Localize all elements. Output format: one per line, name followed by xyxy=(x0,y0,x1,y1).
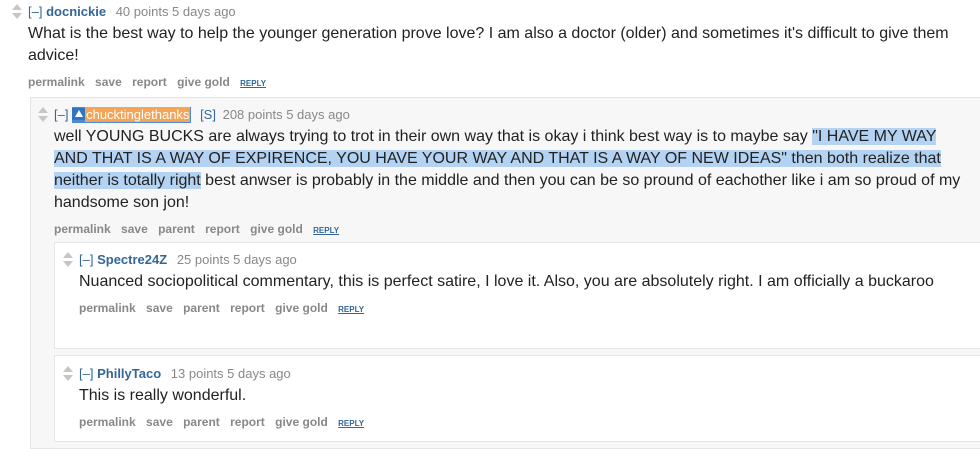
save-button[interactable]: save xyxy=(146,415,173,429)
parent-button[interactable]: parent xyxy=(183,301,220,315)
score-and-time: 40 points 5 days ago xyxy=(115,4,236,19)
comment-body: What is the best way to help the younger… xyxy=(28,25,949,64)
upvote-icon[interactable] xyxy=(38,107,48,113)
score-and-time: 25 points 5 days ago xyxy=(176,252,297,267)
op-avatar-icon xyxy=(72,108,86,120)
vote-arrows xyxy=(10,4,24,19)
comment-phillytaco: [–] PhillyTaco 13 points 5 days ago This… xyxy=(61,366,966,429)
downvote-icon[interactable] xyxy=(63,375,73,381)
comment-body: Nuanced sociopolitical commentary, this … xyxy=(79,273,934,290)
comment-body: This is really wonderful. xyxy=(79,387,247,404)
comment-tagline: [–] docnickie 40 points 5 days ago xyxy=(28,4,970,20)
downvote-icon[interactable] xyxy=(38,116,48,122)
vote-arrows xyxy=(36,107,50,122)
permalink-button[interactable]: permalink xyxy=(79,301,136,315)
comment-chucktinglethanks: [–] chucktinglethanks [S] 208 points 5 d… xyxy=(36,107,966,236)
vote-arrows xyxy=(61,252,75,267)
author-link[interactable]: chucktinglethanks xyxy=(85,107,191,122)
score-and-time: 13 points 5 days ago xyxy=(170,366,291,381)
collapse-toggle[interactable]: [–] xyxy=(28,4,42,19)
upvote-icon[interactable] xyxy=(63,252,73,258)
comment-tagline: [–] chucktinglethanks [S] 208 points 5 d… xyxy=(54,107,966,123)
comment-body: well YOUNG BUCKS are always trying to tr… xyxy=(54,126,966,214)
upvote-icon[interactable] xyxy=(12,4,22,10)
permalink-button[interactable]: permalink xyxy=(28,75,85,89)
comment-buttons: permalink save parent report give gold R… xyxy=(79,415,966,429)
vote-arrows xyxy=(61,366,75,381)
give-gold-button[interactable]: give gold xyxy=(275,301,328,315)
parent-button[interactable]: parent xyxy=(183,415,220,429)
comment-spectre24z: [–] Spectre24Z 25 points 5 days ago Nuan… xyxy=(61,252,966,315)
author-link[interactable]: docnickie xyxy=(46,4,106,19)
collapse-toggle[interactable]: [–] xyxy=(79,366,93,381)
reply-button[interactable]: REPLY xyxy=(313,226,339,235)
author-link[interactable]: PhillyTaco xyxy=(97,366,161,381)
report-button[interactable]: report xyxy=(230,415,265,429)
collapse-toggle[interactable]: [–] xyxy=(79,252,93,267)
permalink-button[interactable]: permalink xyxy=(79,415,136,429)
reply-button[interactable]: REPLY xyxy=(338,305,364,314)
save-button[interactable]: save xyxy=(121,222,148,236)
give-gold-button[interactable]: give gold xyxy=(177,75,230,89)
comment-buttons: permalink save report give gold REPLY xyxy=(28,75,970,89)
parent-button[interactable]: parent xyxy=(158,222,195,236)
save-button[interactable]: save xyxy=(95,75,122,89)
reply-button[interactable]: REPLY xyxy=(240,79,266,88)
comment-body-text: well YOUNG BUCKS are always trying to tr… xyxy=(54,128,813,145)
report-button[interactable]: report xyxy=(230,301,265,315)
submitter-flag[interactable]: [S] xyxy=(200,107,216,122)
collapse-toggle[interactable]: [–] xyxy=(54,107,68,122)
author-link[interactable]: Spectre24Z xyxy=(97,252,167,267)
give-gold-button[interactable]: give gold xyxy=(275,415,328,429)
comment-tagline: [–] PhillyTaco 13 points 5 days ago xyxy=(79,366,966,382)
permalink-button[interactable]: permalink xyxy=(54,222,111,236)
reply-button[interactable]: REPLY xyxy=(338,419,364,428)
report-button[interactable]: report xyxy=(132,75,167,89)
save-button[interactable]: save xyxy=(146,301,173,315)
comment-buttons: permalink save parent report give gold R… xyxy=(79,301,966,315)
op-author-highlight: chucktinglethanks xyxy=(72,107,192,123)
comment-buttons: permalink save parent report give gold R… xyxy=(54,222,966,236)
give-gold-button[interactable]: give gold xyxy=(250,222,303,236)
score-and-time: 208 points 5 days ago xyxy=(222,107,350,122)
report-button[interactable]: report xyxy=(205,222,240,236)
downvote-icon[interactable] xyxy=(63,261,73,267)
downvote-icon[interactable] xyxy=(12,13,22,19)
upvote-icon[interactable] xyxy=(63,366,73,372)
comment-tagline: [–] Spectre24Z 25 points 5 days ago xyxy=(79,252,966,268)
comment-docnickie: [–] docnickie 40 points 5 days ago What … xyxy=(10,4,970,89)
